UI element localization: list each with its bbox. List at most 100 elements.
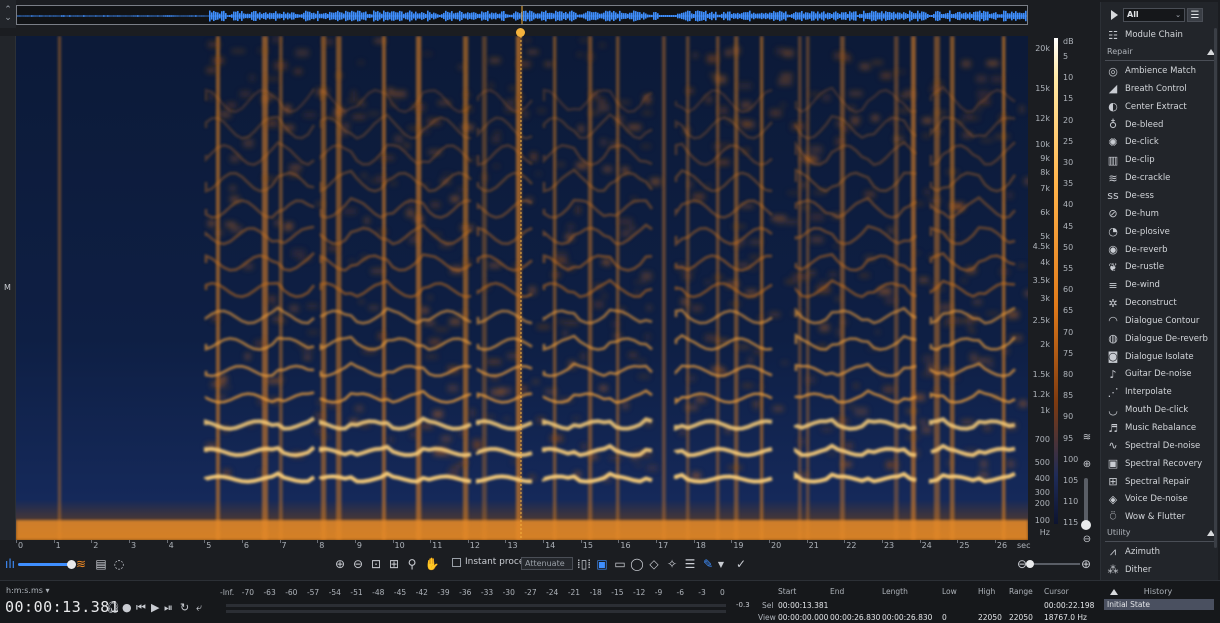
meter-scale-label: -6	[676, 588, 684, 597]
module-item[interactable]: ◉ De-reverb	[1101, 241, 1219, 259]
module-item[interactable]: ⁂ Dither	[1101, 561, 1219, 579]
module-item[interactable]: ⋰ Interpolate	[1101, 383, 1219, 401]
spectrogram-settings-icon[interactable]: ≋	[1080, 430, 1094, 444]
module-item[interactable]: ♁ De-bleed	[1101, 116, 1219, 134]
frequency-tick-label: 12k	[1035, 114, 1050, 123]
previous-icon[interactable]: ⏮︎	[136, 601, 146, 615]
harmonic-selection-icon[interactable]: ☰	[682, 556, 698, 572]
module-item[interactable]: ▣ Spectral Recovery	[1101, 455, 1219, 473]
tool-dropdown-icon[interactable]: ▼	[713, 556, 729, 572]
view-range-value[interactable]: 22050	[1009, 613, 1033, 622]
spectral-editor-icon[interactable]: ✓	[733, 556, 749, 572]
module-item[interactable]: ◠ Dialogue Contour	[1101, 312, 1219, 330]
db-tick-label: 65	[1063, 306, 1074, 316]
file-info-icon[interactable]: ▤	[93, 556, 109, 572]
playhead-handle[interactable]	[516, 28, 525, 37]
time-format-select[interactable]: h:m:s.ms ▾	[6, 586, 50, 595]
repair-section-header[interactable]: Repair	[1105, 47, 1217, 61]
meter-scale-label: -39	[437, 588, 450, 597]
frequency-selection-icon[interactable]: ▭	[612, 556, 628, 572]
play-selection-icon[interactable]: ⏯︎	[164, 601, 173, 615]
vertical-zoom-in-icon[interactable]: ⊕	[1080, 457, 1094, 471]
module-item[interactable]: ≡ De-wind	[1101, 276, 1219, 294]
module-item[interactable]: ◍ Dialogue De-reverb	[1101, 330, 1219, 348]
meter-scale-label: -15	[611, 588, 624, 597]
module-item[interactable]: ✲ Deconstruct	[1101, 294, 1219, 312]
module-item[interactable]: ❦ De-rustle	[1101, 258, 1219, 276]
vertical-zoom-slider[interactable]	[1081, 478, 1091, 530]
view-high-value[interactable]: 22050	[978, 613, 1002, 622]
module-item[interactable]: ▥ De-clip	[1101, 151, 1219, 169]
zoom-tool-icon[interactable]: ⚲	[404, 556, 420, 572]
spectrogram-view[interactable]	[16, 36, 1028, 540]
instant-process-mode-select[interactable]: Attenuate	[521, 557, 573, 570]
module-item[interactable]: ◔ De-plosive	[1101, 223, 1219, 241]
db-tick-label: 15	[1063, 94, 1074, 104]
sel-start-value[interactable]: 00:00:13.381	[778, 601, 828, 610]
module-item[interactable]: ⍥ Wow & Flutter	[1101, 508, 1219, 526]
module-item[interactable]: ♪ Guitar De-noise	[1101, 365, 1219, 383]
time-tick	[580, 540, 582, 543]
module-item[interactable]: ◈ Voice De-noise	[1101, 490, 1219, 508]
horizontal-zoom-in-icon[interactable]: ⊕	[1078, 556, 1094, 572]
module-item[interactable]: ss De-ess	[1101, 187, 1219, 205]
module-item[interactable]: ∿ Spectral De-noise	[1101, 437, 1219, 455]
cursor-time-value: 00:00:22.198	[1044, 601, 1095, 610]
brush-selection-icon[interactable]: ◇	[646, 556, 662, 572]
lasso-selection-icon[interactable]: ◯	[629, 556, 645, 572]
module-item[interactable]: ◙ Dialogue Isolate	[1101, 348, 1219, 366]
db-tick-label: 50	[1063, 242, 1074, 252]
module-filter-value: All	[1127, 10, 1139, 19]
magic-wand-icon[interactable]: ✧	[664, 556, 680, 572]
zoom-out-icon[interactable]: ⊖	[350, 556, 366, 572]
history-item[interactable]: Initial State	[1104, 599, 1214, 610]
module-item[interactable]: ◎ Ambience Match	[1101, 62, 1219, 80]
time-frequency-selection-icon[interactable]: ▣	[594, 556, 610, 572]
module-item[interactable]: ⊘ De-hum	[1101, 205, 1219, 223]
module-item[interactable]: ≋ De-crackle	[1101, 169, 1219, 187]
module-item[interactable]: ◐ Center Extract	[1101, 98, 1219, 116]
time-tick-label: 22	[846, 541, 857, 550]
view-start-value[interactable]: 00:00:00.000	[778, 613, 828, 622]
horizontal-zoom-knob[interactable]	[1026, 560, 1034, 568]
utility-section-header[interactable]: Utility	[1105, 528, 1217, 542]
module-item[interactable]: ⩘ Azimuth	[1101, 543, 1219, 561]
return-to-start-icon[interactable]: ⤶	[196, 601, 202, 615]
module-item[interactable]: ✺ De-click	[1101, 133, 1219, 151]
db-tick-label: 105	[1063, 476, 1079, 485]
module-item[interactable]: ◡ Mouth De-click	[1101, 401, 1219, 419]
frequency-tick-label: 400	[1034, 474, 1050, 483]
instant-process-checkbox[interactable]	[452, 557, 461, 567]
time-ruler[interactable]: 0 1 2 3 4 5 6 7 8 9 10 11 12 13 14 15 16 17 18 19 20 21 22 23 24…	[16, 540, 1031, 552]
horizontal-zoom-slider[interactable]	[1026, 560, 1080, 568]
time-selection-icon[interactable]: ⁞▯⁞	[576, 556, 592, 572]
zoom-fit-icon[interactable]: ⊞	[386, 556, 402, 572]
module-item[interactable]: ⊞ Spectral Repair	[1101, 473, 1219, 491]
module-filter-select[interactable]: All ⌄	[1123, 8, 1185, 22]
waveform-overview[interactable]	[16, 5, 1028, 25]
module-menu-button[interactable]: ☰	[1187, 8, 1203, 22]
vertical-zoom-knob[interactable]	[1081, 520, 1091, 530]
module-item-label: Ambience Match	[1125, 66, 1197, 76]
record-icon[interactable]: ●	[122, 601, 132, 614]
view-low-value[interactable]: 0	[942, 613, 947, 622]
comments-icon[interactable]: ◌	[111, 556, 127, 572]
view-end-value[interactable]: 00:00:26.830	[830, 613, 880, 622]
overview-waveform-graphic	[17, 6, 1027, 24]
waveform-spectrogram-blend-slider[interactable]	[18, 560, 76, 569]
hand-tool-icon[interactable]: ✋	[424, 556, 440, 572]
view-length-value[interactable]: 00:00:26.830	[882, 613, 932, 622]
loop-icon[interactable]: ↻	[180, 601, 189, 614]
module-item[interactable]: ◢ Breath Control	[1101, 80, 1219, 98]
module-item[interactable]: ♬ Music Rebalance	[1101, 419, 1219, 437]
zoom-in-icon[interactable]: ⊕	[332, 556, 348, 572]
vertical-zoom-out-icon[interactable]: ⊖	[1080, 532, 1094, 546]
module-chain-item[interactable]: ☷ Module Chain	[1101, 26, 1219, 44]
wow-flutter-icon: ⍥	[1109, 510, 1117, 524]
zoom-selection-icon[interactable]: ⊡	[368, 556, 384, 572]
preview-play-icon[interactable]	[1111, 10, 1118, 20]
play-icon[interactable]: ▶	[151, 601, 159, 614]
headphones-monitor-icon[interactable]: 🎧︎	[106, 601, 120, 614]
collapse-overview-button[interactable]: ⌃ ⌄	[0, 0, 16, 28]
module-panel-scrollbar[interactable]	[1214, 28, 1217, 548]
